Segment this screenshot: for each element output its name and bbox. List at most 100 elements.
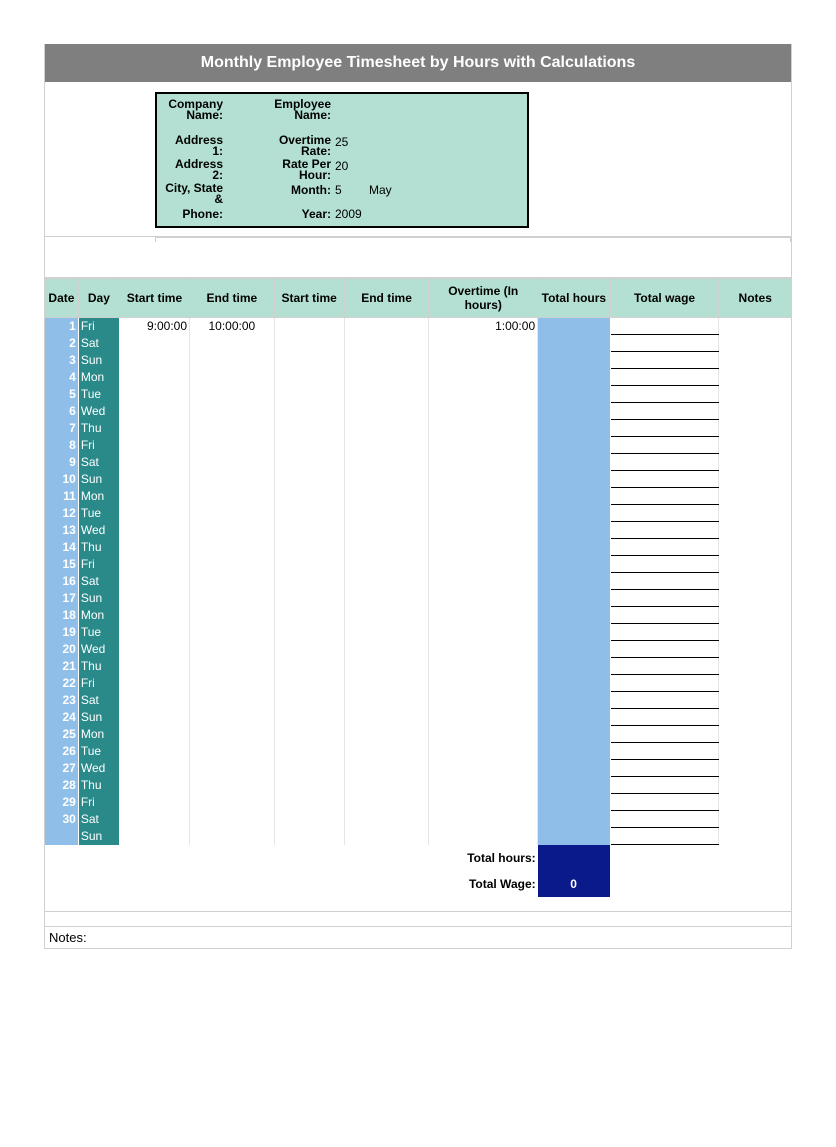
cell-start2[interactable] bbox=[274, 454, 344, 471]
cell-notes[interactable] bbox=[719, 488, 792, 505]
cell-end1[interactable] bbox=[190, 692, 275, 709]
cell-start1[interactable] bbox=[119, 692, 189, 709]
cell-notes[interactable] bbox=[719, 386, 792, 403]
cell-end1[interactable] bbox=[190, 556, 275, 573]
cell-start2[interactable] bbox=[274, 828, 344, 845]
cell-notes[interactable] bbox=[719, 522, 792, 539]
cell-notes[interactable] bbox=[719, 743, 792, 760]
cell-notes[interactable] bbox=[719, 505, 792, 522]
cell-notes[interactable] bbox=[719, 454, 792, 471]
year-value[interactable]: 2009 bbox=[333, 206, 367, 222]
cell-notes[interactable] bbox=[719, 471, 792, 488]
rateper-value[interactable]: 20 bbox=[333, 158, 367, 182]
cell-end1[interactable] bbox=[190, 352, 275, 369]
cell-end1[interactable] bbox=[190, 811, 275, 828]
cell-notes[interactable] bbox=[719, 607, 792, 624]
cell-end2[interactable] bbox=[344, 403, 429, 420]
cell-start2[interactable] bbox=[274, 726, 344, 743]
cell-start1[interactable] bbox=[119, 658, 189, 675]
cell-notes[interactable] bbox=[719, 369, 792, 386]
cell-overtime[interactable] bbox=[429, 505, 538, 522]
cell-notes[interactable] bbox=[719, 590, 792, 607]
cell-start1[interactable] bbox=[119, 760, 189, 777]
address1-value[interactable] bbox=[225, 134, 259, 158]
cell-end1[interactable] bbox=[190, 675, 275, 692]
cell-end2[interactable] bbox=[344, 318, 429, 335]
cell-overtime[interactable] bbox=[429, 777, 538, 794]
cell-end1[interactable] bbox=[190, 760, 275, 777]
cell-end1[interactable] bbox=[190, 335, 275, 352]
cell-overtime[interactable] bbox=[429, 794, 538, 811]
cell-start1[interactable] bbox=[119, 420, 189, 437]
cell-start1[interactable] bbox=[119, 777, 189, 794]
cell-overtime[interactable] bbox=[429, 828, 538, 845]
cell-end1[interactable] bbox=[190, 471, 275, 488]
cell-overtime[interactable] bbox=[429, 556, 538, 573]
cell-start1[interactable] bbox=[119, 437, 189, 454]
cell-end1[interactable] bbox=[190, 437, 275, 454]
cell-start1[interactable] bbox=[119, 556, 189, 573]
cell-overtime[interactable] bbox=[429, 726, 538, 743]
cell-end1[interactable] bbox=[190, 590, 275, 607]
cell-end1[interactable] bbox=[190, 641, 275, 658]
cell-notes[interactable] bbox=[719, 726, 792, 743]
cell-overtime[interactable] bbox=[429, 539, 538, 556]
cell-end2[interactable] bbox=[344, 556, 429, 573]
cell-start1[interactable] bbox=[119, 403, 189, 420]
cell-overtime[interactable] bbox=[429, 811, 538, 828]
cell-end1[interactable] bbox=[190, 607, 275, 624]
cell-overtime[interactable] bbox=[429, 607, 538, 624]
cell-end1[interactable] bbox=[190, 403, 275, 420]
cell-start1[interactable] bbox=[119, 369, 189, 386]
cell-notes[interactable] bbox=[719, 556, 792, 573]
cell-overtime[interactable] bbox=[429, 709, 538, 726]
cell-start2[interactable] bbox=[274, 488, 344, 505]
cell-start1[interactable] bbox=[119, 709, 189, 726]
cell-start1[interactable] bbox=[119, 335, 189, 352]
cell-end2[interactable] bbox=[344, 522, 429, 539]
cell-end2[interactable] bbox=[344, 624, 429, 641]
cell-start2[interactable] bbox=[274, 573, 344, 590]
cell-start1[interactable] bbox=[119, 488, 189, 505]
cell-start2[interactable] bbox=[274, 590, 344, 607]
cell-end2[interactable] bbox=[344, 352, 429, 369]
cell-overtime[interactable] bbox=[429, 624, 538, 641]
cell-notes[interactable] bbox=[719, 573, 792, 590]
cell-end2[interactable] bbox=[344, 573, 429, 590]
cell-end2[interactable] bbox=[344, 760, 429, 777]
cell-notes[interactable] bbox=[719, 828, 792, 845]
cell-overtime[interactable] bbox=[429, 335, 538, 352]
cell-end1[interactable] bbox=[190, 420, 275, 437]
cell-end1[interactable] bbox=[190, 454, 275, 471]
cell-notes[interactable] bbox=[719, 709, 792, 726]
cell-overtime[interactable] bbox=[429, 641, 538, 658]
cell-start2[interactable] bbox=[274, 658, 344, 675]
cell-start1[interactable] bbox=[119, 641, 189, 658]
cell-end2[interactable] bbox=[344, 692, 429, 709]
cell-notes[interactable] bbox=[719, 624, 792, 641]
cell-start2[interactable] bbox=[274, 624, 344, 641]
phone-value[interactable] bbox=[225, 206, 259, 222]
cell-end1[interactable] bbox=[190, 709, 275, 726]
cell-end2[interactable] bbox=[344, 743, 429, 760]
cell-end1[interactable] bbox=[190, 658, 275, 675]
cell-overtime[interactable] bbox=[429, 454, 538, 471]
cell-start2[interactable] bbox=[274, 641, 344, 658]
cell-end2[interactable] bbox=[344, 420, 429, 437]
cell-notes[interactable] bbox=[719, 794, 792, 811]
cell-start2[interactable] bbox=[274, 386, 344, 403]
cell-notes[interactable] bbox=[719, 420, 792, 437]
cell-end1[interactable] bbox=[190, 828, 275, 845]
cell-overtime[interactable] bbox=[429, 692, 538, 709]
cell-overtime[interactable] bbox=[429, 420, 538, 437]
cell-start2[interactable] bbox=[274, 420, 344, 437]
cell-start1[interactable] bbox=[119, 505, 189, 522]
cell-notes[interactable] bbox=[719, 403, 792, 420]
cell-end2[interactable] bbox=[344, 641, 429, 658]
cell-start2[interactable] bbox=[274, 539, 344, 556]
cell-end2[interactable] bbox=[344, 777, 429, 794]
cell-notes[interactable] bbox=[719, 675, 792, 692]
overtime-value[interactable]: 25 bbox=[333, 134, 367, 158]
cell-start1[interactable] bbox=[119, 607, 189, 624]
cell-start2[interactable] bbox=[274, 335, 344, 352]
